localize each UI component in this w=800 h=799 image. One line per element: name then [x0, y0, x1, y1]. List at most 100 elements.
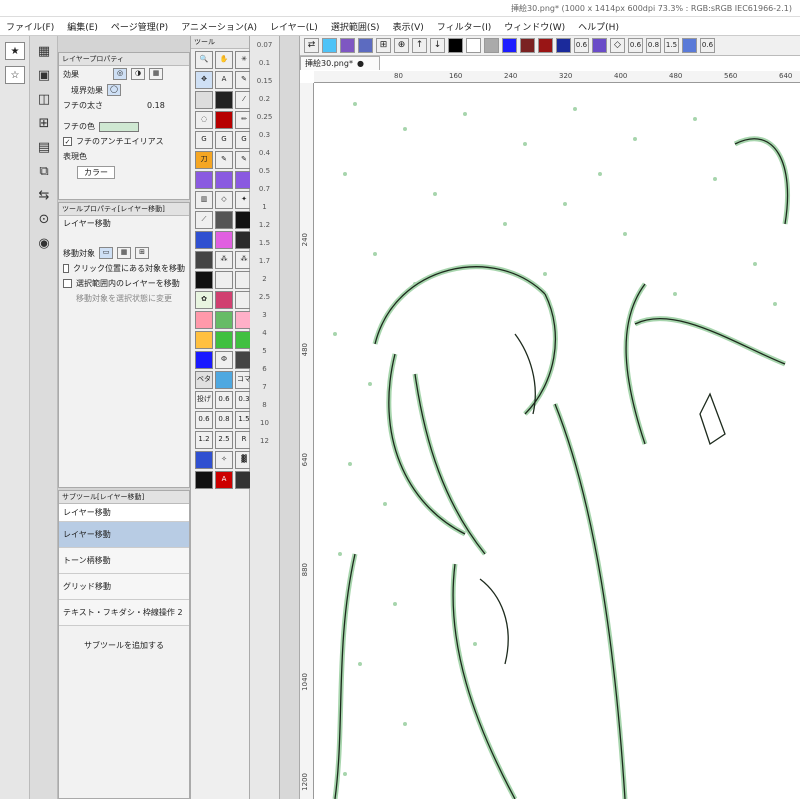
size-12-icon[interactable]: 1.2: [195, 431, 213, 449]
history-icon[interactable]: ⇆: [35, 186, 53, 204]
brush-size-17[interactable]: 1.7: [250, 252, 279, 270]
target-icon[interactable]: ⊙: [35, 210, 53, 228]
soft-pen-icon[interactable]: ✎: [215, 151, 233, 169]
brush-size-07[interactable]: 0.7: [250, 180, 279, 198]
color-gray-icon[interactable]: [484, 38, 499, 53]
brush-size-12b[interactable]: 12: [250, 432, 279, 450]
brush-size-2[interactable]: 2: [250, 270, 279, 288]
brush-size-25[interactable]: 2.5: [250, 288, 279, 306]
brush-size-015[interactable]: 0.15: [250, 72, 279, 90]
antialias-checkbox[interactable]: ✓: [63, 137, 72, 146]
brush-size-7[interactable]: 7: [250, 378, 279, 396]
move-tool-icon[interactable]: ⇄: [304, 38, 319, 53]
airbrush-icon[interactable]: [215, 91, 233, 109]
grid-target-icon[interactable]: ⊞: [135, 247, 149, 259]
drop-icon[interactable]: ◉: [35, 234, 53, 252]
color-blue-icon[interactable]: [502, 38, 517, 53]
pen-blue-2-icon[interactable]: [195, 451, 213, 469]
mapping-pen-icon[interactable]: G: [215, 131, 233, 149]
brush-size-01[interactable]: 0.1: [250, 54, 279, 72]
color-brown-icon[interactable]: [520, 38, 535, 53]
stack-icon[interactable]: ▣: [35, 66, 53, 84]
line-icon[interactable]: ✿: [195, 291, 213, 309]
color-red-icon[interactable]: [538, 38, 553, 53]
star-outline-icon[interactable]: ☆: [5, 66, 25, 84]
star-icon[interactable]: ★: [5, 42, 25, 60]
fill-icon[interactable]: ▥: [195, 191, 213, 209]
size-3-icon[interactable]: 1.5: [664, 38, 679, 53]
gradient-pink-icon[interactable]: [195, 311, 213, 329]
pages-icon[interactable]: ⧉: [35, 162, 53, 180]
ink-drop-1-icon[interactable]: [195, 171, 213, 189]
texture-black-icon[interactable]: [195, 471, 213, 489]
border-effect-icon[interactable]: ◯: [107, 84, 121, 96]
tab-dot-icon[interactable]: ●: [357, 59, 364, 68]
subtool-item-layer-move[interactable]: レイヤー移動: [59, 522, 189, 548]
color-black-icon[interactable]: [448, 38, 463, 53]
a-red-icon[interactable]: A: [215, 471, 233, 489]
gradient-icon[interactable]: [358, 38, 373, 53]
layer-target-icon[interactable]: ▭: [99, 247, 113, 259]
blue-square-icon[interactable]: [195, 351, 213, 369]
brush-size-6[interactable]: 6: [250, 360, 279, 378]
stamp-1-icon[interactable]: [195, 251, 213, 269]
subtool-item-text-operate[interactable]: テキスト・フキダシ・枠線操作 2: [59, 600, 189, 626]
size-1-icon[interactable]: 0.6: [628, 38, 643, 53]
brush-size-3[interactable]: 3: [250, 306, 279, 324]
border-width-value[interactable]: 0.18: [147, 101, 165, 110]
menu-layer[interactable]: レイヤー(L): [270, 20, 318, 33]
menu-selection[interactable]: 選択範囲(S): [331, 20, 380, 33]
color-white-icon[interactable]: [466, 38, 481, 53]
zoom-icon[interactable]: 🔍: [195, 51, 213, 69]
brush-icon[interactable]: [592, 38, 607, 53]
ruler-icon[interactable]: ⊞: [376, 38, 391, 53]
brush-size-025[interactable]: 0.25: [250, 108, 279, 126]
brush-size-007[interactable]: 0.07: [250, 36, 279, 54]
katana-icon[interactable]: 刀: [195, 151, 213, 169]
hand-icon[interactable]: ✋: [215, 51, 233, 69]
tone-icon[interactable]: [322, 38, 337, 53]
brush-size-04[interactable]: 0.4: [250, 144, 279, 162]
menu-window[interactable]: ウィンドウ(W): [504, 20, 565, 33]
brush-size-05[interactable]: 0.5: [250, 162, 279, 180]
menu-view[interactable]: 表示(V): [393, 20, 424, 33]
screen-icon[interactable]: [340, 38, 355, 53]
subtool-item-tone-move[interactable]: トーン柄移動: [59, 548, 189, 574]
film-icon[interactable]: ▤: [35, 138, 53, 156]
size-06-a-icon[interactable]: 0.6: [215, 391, 233, 409]
size-25-icon[interactable]: 2.5: [215, 431, 233, 449]
menu-animation[interactable]: アニメーション(A): [181, 20, 257, 33]
pen-size-icon[interactable]: 0.6: [574, 38, 589, 53]
canvas-icon[interactable]: ◫: [35, 90, 53, 108]
drawing-canvas[interactable]: [315, 84, 800, 799]
effect-icon-1[interactable]: ◎: [113, 68, 127, 80]
eraser-tool-icon[interactable]: ◇: [215, 191, 233, 209]
text-tool-icon[interactable]: A: [215, 71, 233, 89]
operation-icon[interactable]: [195, 91, 213, 109]
size-06-b-icon[interactable]: 0.6: [195, 411, 213, 429]
sparkle-icon[interactable]: ✧: [215, 451, 233, 469]
arrow-up-icon[interactable]: ↑: [412, 38, 427, 53]
size-2-icon[interactable]: 0.8: [646, 38, 661, 53]
syringe-icon[interactable]: ⟋: [195, 211, 213, 229]
move-icon[interactable]: ✥: [195, 71, 213, 89]
color-navy-icon[interactable]: [556, 38, 571, 53]
layer-icon[interactable]: ▦: [35, 42, 53, 60]
blend-icon[interactable]: [682, 38, 697, 53]
document-tab[interactable]: 挿絵30.png* ●: [300, 56, 380, 70]
throw-icon[interactable]: 投げ: [195, 391, 213, 409]
pattern-icon[interactable]: [195, 271, 213, 289]
brush-size-10[interactable]: 10: [250, 414, 279, 432]
brush-size-4[interactable]: 4: [250, 324, 279, 342]
menu-edit[interactable]: 編集(E): [67, 20, 98, 33]
pen-tip-icon[interactable]: Ф: [215, 351, 233, 369]
menu-filter[interactable]: フィルター(I): [437, 20, 492, 33]
add-subtool-button[interactable]: サブツールを追加する: [84, 640, 164, 651]
brush-size-03[interactable]: 0.3: [250, 126, 279, 144]
brush-size-1[interactable]: 1: [250, 198, 279, 216]
size-08-icon[interactable]: 0.8: [215, 411, 233, 429]
opt1-checkbox[interactable]: [63, 264, 69, 273]
pen-blue-icon[interactable]: [195, 231, 213, 249]
grid-icon[interactable]: ⊞: [35, 114, 53, 132]
expression-color-select[interactable]: カラー: [77, 166, 115, 179]
